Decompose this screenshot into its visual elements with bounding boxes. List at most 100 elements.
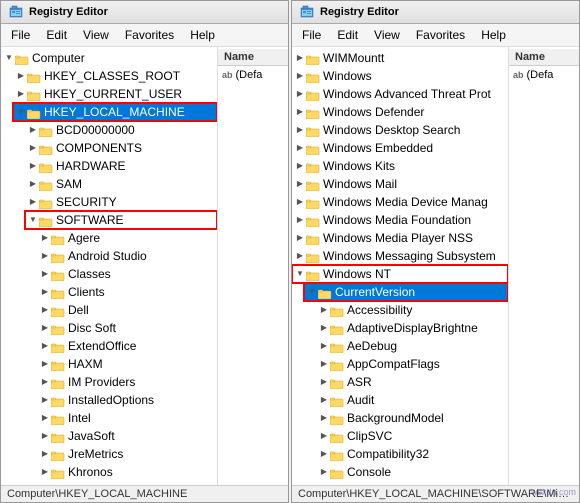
expander-windows-media-device[interactable]: ▶ [294,196,306,208]
menu-favorites-1[interactable]: Favorites [119,26,180,44]
tree-item-wimmount[interactable]: ▶ WIMMountt [292,49,508,67]
menu-view-1[interactable]: View [77,26,115,44]
expander-intel[interactable]: ▶ [39,412,51,424]
tree-item-classes[interactable]: ▶ Classes [37,265,217,283]
expander-clients[interactable]: ▶ [39,286,51,298]
tree-item-agere[interactable]: ▶ Agere [37,229,217,247]
tree-item-app-compat-flags[interactable]: ▶ AppCompatFlags [316,355,508,373]
menu-help-1[interactable]: Help [184,26,221,44]
expander-classes-root[interactable]: ▶ [15,70,27,82]
expander-windows-media-foundation[interactable]: ▶ [294,214,306,226]
expander-classes[interactable]: ▶ [39,268,51,280]
tree-item-extend-office[interactable]: ▶ ExtendOffice [37,337,217,355]
expander-components[interactable]: ▶ [27,142,39,154]
expander-audit[interactable]: ▶ [318,394,330,406]
tree-item-windows-desktop-search[interactable]: ▶ Windows Desktop Search [292,121,508,139]
expander-windows-kits[interactable]: ▶ [294,160,306,172]
menu-file-2[interactable]: File [296,26,327,44]
tree-pane-2[interactable]: ▶ WIMMountt ▶ Windows ▶ Windows Advanced… [292,47,509,485]
tree-item-windows-embedded[interactable]: ▶ Windows Embedded [292,139,508,157]
tree-item-dell[interactable]: ▶ Dell [37,301,217,319]
tree-item-windows-atp[interactable]: ▶ Windows Advanced Threat Prot [292,85,508,103]
expander-windows[interactable]: ▶ [294,70,306,82]
expander-sam[interactable]: ▶ [27,178,39,190]
expander-ae-debug[interactable]: ▶ [318,340,330,352]
expander-app-compat-flags[interactable]: ▶ [318,358,330,370]
tree-item-computer[interactable]: ▼ Computer [1,49,217,67]
tree-item-jre-metrics[interactable]: ▶ JreMetrics [37,445,217,463]
expander-android-studio[interactable]: ▶ [39,250,51,262]
tree-item-installed-options[interactable]: ▶ InstalledOptions [37,391,217,409]
expander-software[interactable]: ▼ [27,214,39,226]
tree-item-security[interactable]: ▶ SECURITY [25,193,217,211]
expander-local-machine[interactable]: ▼ [15,106,27,118]
tree-item-ae-debug[interactable]: ▶ AeDebug [316,337,508,355]
expander-javasoft[interactable]: ▶ [39,430,51,442]
expander-security[interactable]: ▶ [27,196,39,208]
expander-bcd[interactable]: ▶ [27,124,39,136]
tree-item-windows-messaging[interactable]: ▶ Windows Messaging Subsystem [292,247,508,265]
menu-help-2[interactable]: Help [475,26,512,44]
expander-current-user[interactable]: ▶ [15,88,27,100]
tree-item-components[interactable]: ▶ COMPONENTS [25,139,217,157]
tree-item-windows-media-foundation[interactable]: ▶ Windows Media Foundation [292,211,508,229]
tree-item-im-providers[interactable]: ▶ IM Providers [37,373,217,391]
expander-windows-defender[interactable]: ▶ [294,106,306,118]
expander-khronos[interactable]: ▶ [39,466,51,478]
expander-console[interactable]: ▶ [318,466,330,478]
tree-item-android-studio[interactable]: ▶ Android Studio [37,247,217,265]
expander-adaptive-display[interactable]: ▶ [318,322,330,334]
menu-favorites-2[interactable]: Favorites [410,26,471,44]
expander-jre-metrics[interactable]: ▶ [39,448,51,460]
menu-view-2[interactable]: View [368,26,406,44]
tree-item-clipsvc[interactable]: ▶ ClipSVC [316,427,508,445]
tree-item-clients[interactable]: ▶ Clients [37,283,217,301]
value-item-default-1[interactable]: ab (Defa [218,66,288,84]
expander-computer[interactable]: ▼ [3,52,15,64]
tree-item-windows-media-player-nss[interactable]: ▶ Windows Media Player NSS [292,229,508,247]
tree-item-windows-kits[interactable]: ▶ Windows Kits [292,157,508,175]
expander-im-providers[interactable]: ▶ [39,376,51,388]
expander-windows-mail[interactable]: ▶ [294,178,306,190]
tree-item-local-machine[interactable]: ▼ HKEY_LOCAL_MACHINE [13,103,217,121]
tree-item-javasoft[interactable]: ▶ JavaSoft [37,427,217,445]
tree-item-khronos[interactable]: ▶ Khronos [37,463,217,481]
expander-compatibility32[interactable]: ▶ [318,448,330,460]
tree-item-windows[interactable]: ▶ Windows [292,67,508,85]
expander-accessibility[interactable]: ▶ [318,304,330,316]
tree-item-accessibility[interactable]: ▶ Accessibility [316,301,508,319]
expander-installed-options[interactable]: ▶ [39,394,51,406]
tree-item-sam[interactable]: ▶ SAM [25,175,217,193]
expander-wimmount[interactable]: ▶ [294,52,306,64]
expander-haxm[interactable]: ▶ [39,358,51,370]
tree-pane-1[interactable]: ▼ Computer ▶ HKEY_CLASSES_ROO [1,47,218,485]
expander-windows-embedded[interactable]: ▶ [294,142,306,154]
expander-agere[interactable]: ▶ [39,232,51,244]
expander-asr[interactable]: ▶ [318,376,330,388]
expander-disc-soft[interactable]: ▶ [39,322,51,334]
expander-dell[interactable]: ▶ [39,304,51,316]
tree-item-console[interactable]: ▶ Console [316,463,508,481]
tree-item-hardware[interactable]: ▶ HARDWARE [25,157,217,175]
tree-item-classes-root[interactable]: ▶ HKEY_CLASSES_ROOT [13,67,217,85]
tree-item-bcd[interactable]: ▶ BCD00000000 [25,121,217,139]
expander-windows-media-player-nss[interactable]: ▶ [294,232,306,244]
tree-item-windows-media-device[interactable]: ▶ Windows Media Device Manag [292,193,508,211]
tree-item-windows-nt[interactable]: ▼ Windows NT [292,265,508,283]
menu-edit-2[interactable]: Edit [331,26,364,44]
expander-current-version[interactable]: ▼ [306,286,318,298]
tree-item-current-version[interactable]: ▼ CurrentVersion [304,283,508,301]
expander-windows-atp[interactable]: ▶ [294,88,306,100]
expander-clipsvc[interactable]: ▶ [318,430,330,442]
menu-file-1[interactable]: File [5,26,36,44]
tree-item-audit[interactable]: ▶ Audit [316,391,508,409]
expander-windows-nt[interactable]: ▼ [294,268,306,280]
expander-hardware[interactable]: ▶ [27,160,39,172]
tree-item-current-user[interactable]: ▶ HKEY_CURRENT_USER [13,85,217,103]
tree-item-haxm[interactable]: ▶ HAXM [37,355,217,373]
tree-item-asr[interactable]: ▶ ASR [316,373,508,391]
expander-extend-office[interactable]: ▶ [39,340,51,352]
tree-item-adaptive-display[interactable]: ▶ AdaptiveDisplayBrightne [316,319,508,337]
tree-item-windows-mail[interactable]: ▶ Windows Mail [292,175,508,193]
tree-item-windows-defender[interactable]: ▶ Windows Defender [292,103,508,121]
